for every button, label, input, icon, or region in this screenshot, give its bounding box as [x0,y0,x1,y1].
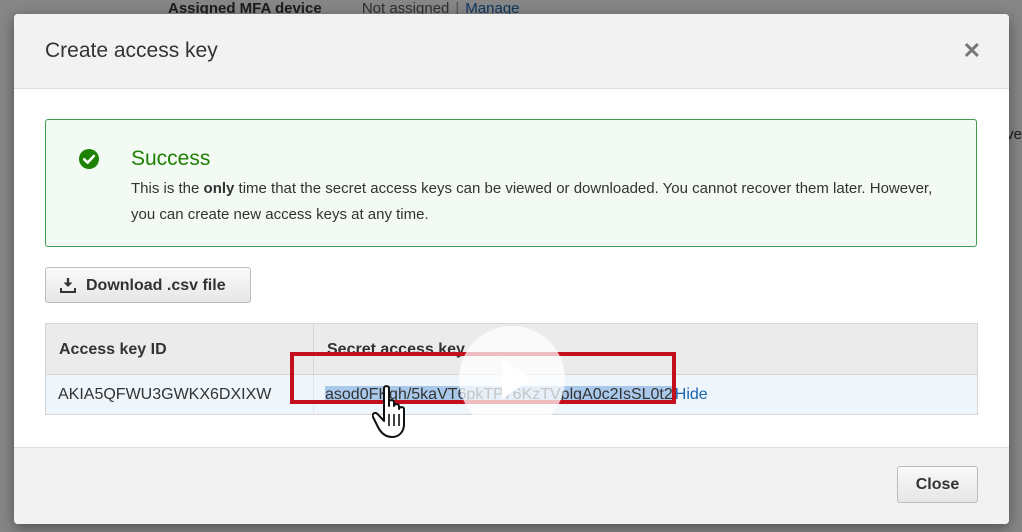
alert-title: Success [131,147,211,170]
download-button-label: Download .csv file [86,277,226,294]
dialog-title: Create access key [45,39,218,62]
hide-secret-link[interactable]: Hide [675,386,708,403]
download-csv-button[interactable]: Download .csv file [45,267,251,303]
success-alert: Success This is the only time that the s… [45,119,977,247]
dialog-header: Create access key ✕ [14,14,1009,89]
close-icon[interactable]: ✕ [963,38,981,64]
access-key-id-cell: AKIA5QFWU3GWKX6DXIXW [46,375,314,414]
create-access-key-dialog: Create access key ✕ Success This is the … [14,14,1009,524]
dialog-footer: Close [14,447,1009,524]
check-circle-icon [79,149,99,169]
hand-cursor-icon [372,385,405,438]
close-button[interactable]: Close [897,466,978,503]
play-icon[interactable] [459,326,565,432]
download-icon [60,278,76,293]
alert-message: This is the only time that the secret ac… [131,180,933,223]
alert-emphasis: only [203,180,235,197]
column-header-access-key-id: Access key ID [46,324,314,375]
